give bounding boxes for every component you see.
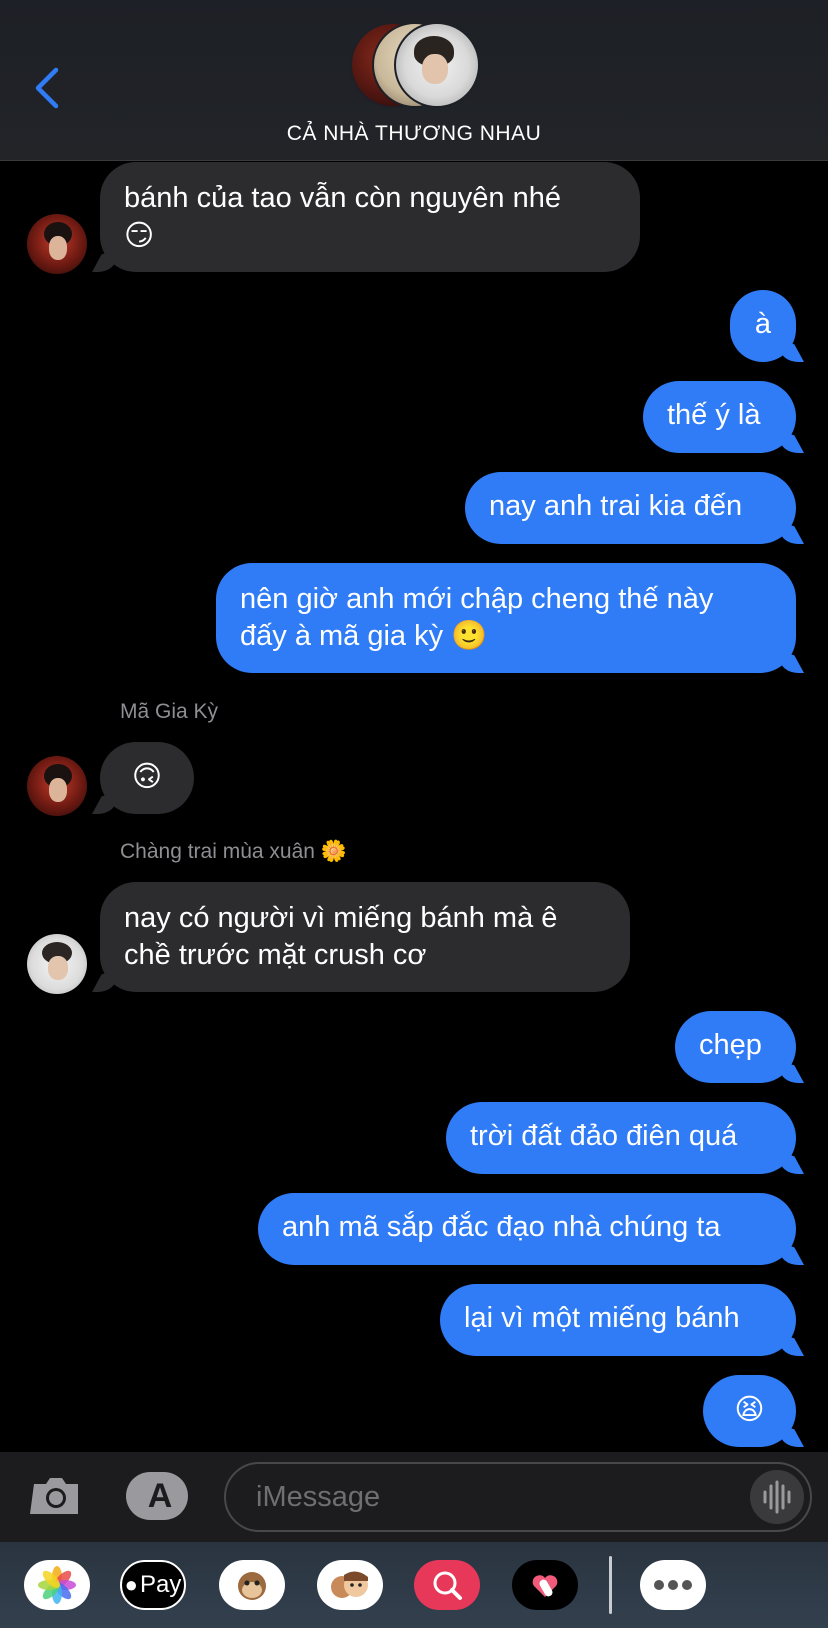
member-avatar — [394, 22, 480, 108]
app-store-icon[interactable]: A — [126, 1472, 188, 1520]
image-search-icon[interactable] — [414, 1560, 480, 1610]
digital-touch-icon[interactable] — [512, 1560, 578, 1610]
message-text: nay có người vì miếng bánh mà ê — [124, 902, 558, 934]
message-bubble-outgoing[interactable]: thế ý là — [643, 381, 796, 453]
message-bubble-incoming[interactable]: bánh của tao vẫn còn nguyên nhé 😏 — [100, 162, 640, 272]
message-bubble-incoming[interactable]: nay có người vì miếng bánh mà ê chề trướ… — [100, 882, 630, 992]
avatar[interactable] — [27, 934, 87, 994]
message-text: chẹp — [699, 1029, 762, 1061]
message-bubble-incoming[interactable]: 🙃 — [100, 742, 194, 814]
message-bubble-outgoing[interactable]: trời đất đảo điên quá — [446, 1102, 796, 1174]
sender-name: Chàng trai mùa xuân 🌼 — [120, 840, 347, 863]
tired-face-emoji: 😫 — [734, 1392, 765, 1426]
drawer-divider — [609, 1556, 612, 1614]
message-bubble-outgoing[interactable]: 😫 — [703, 1375, 796, 1447]
group-avatars[interactable] — [350, 22, 480, 108]
message-composer: A iMessage — [0, 1452, 828, 1542]
message-text: anh mã sắp đắc đạo nhà chúng ta — [282, 1211, 721, 1243]
animoji-icon[interactable] — [219, 1560, 285, 1610]
message-text: đấy à mã gia kỳ 🙂 — [240, 620, 488, 652]
photos-icon[interactable] — [24, 1560, 90, 1610]
upside-down-face-emoji: 🙃 — [131, 759, 163, 793]
message-text: bánh của tao vẫn còn nguyên nhé — [124, 182, 561, 214]
message-text: trời đất đảo điên quá — [470, 1120, 738, 1152]
message-text: lại vì một miếng bánh — [464, 1302, 740, 1334]
app-drawer: ● Pay — [0, 1542, 828, 1628]
message-bubble-outgoing[interactable]: lại vì một miếng bánh — [440, 1284, 796, 1356]
apple-pay-icon[interactable]: ● Pay — [120, 1560, 186, 1610]
chevron-left-icon[interactable] — [30, 66, 70, 110]
sender-name: Mã Gia Kỳ — [120, 700, 219, 723]
message-bubble-outgoing[interactable]: chẹp — [675, 1011, 796, 1083]
input-placeholder: iMessage — [256, 1481, 381, 1513]
group-name[interactable]: CẢ NHÀ THƯƠNG NHAU — [0, 122, 828, 146]
message-bubble-outgoing[interactable]: nay anh trai kia đến — [465, 472, 796, 544]
conversation-header: CẢ NHÀ THƯƠNG NHAU — [0, 0, 828, 161]
message-bubble-outgoing[interactable]: à — [730, 290, 796, 362]
message-text: thế ý là — [667, 399, 761, 431]
memoji-icon[interactable] — [317, 1560, 383, 1610]
camera-icon[interactable] — [30, 1472, 82, 1518]
message-text: nên giờ anh mới chập cheng thế này — [240, 583, 714, 615]
apple-logo-icon: ● — [124, 1572, 138, 1597]
smirk-emoji: 😏 — [124, 218, 155, 252]
waveform-icon[interactable] — [750, 1470, 804, 1524]
more-icon[interactable] — [640, 1560, 706, 1610]
message-bubble-outgoing[interactable]: nên giờ anh mới chập cheng thế này đấy à… — [216, 563, 796, 673]
message-bubble-outgoing[interactable]: anh mã sắp đắc đạo nhà chúng ta — [258, 1193, 796, 1265]
message-text: chề trước mặt crush cơ — [124, 939, 427, 971]
imessage-input[interactable]: iMessage — [224, 1462, 812, 1532]
message-text: nay anh trai kia đến — [489, 490, 743, 522]
avatar[interactable] — [27, 214, 87, 274]
avatar[interactable] — [27, 756, 87, 816]
apple-pay-label: Pay — [139, 1571, 182, 1598]
message-text: à — [754, 308, 772, 340]
